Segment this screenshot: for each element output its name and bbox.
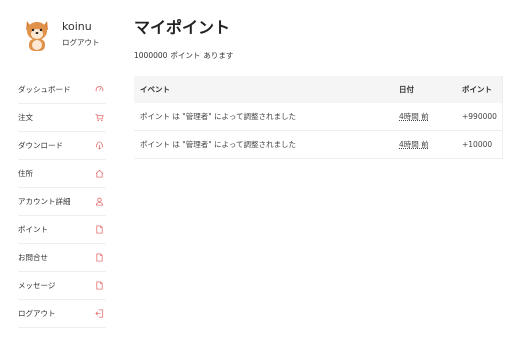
- page-title: マイポイント: [134, 18, 231, 37]
- home-icon: [95, 169, 104, 178]
- sidebar-item-downloads[interactable]: ダウンロード: [18, 132, 106, 160]
- sidebar-item-points[interactable]: ポイント: [18, 216, 106, 244]
- date-cell: 4時間 前: [393, 103, 456, 131]
- column-header-date: 日付: [393, 76, 456, 103]
- table-header-row: イベント 日付 ポイント: [134, 76, 503, 103]
- sidebar-item-addresses[interactable]: 住所: [18, 160, 106, 188]
- dashboard-icon: [95, 85, 104, 94]
- points-cell: +990000: [456, 103, 503, 131]
- document-icon: [95, 253, 104, 262]
- sidebar-item-label: アカウント詳細: [18, 197, 71, 206]
- sidebar-item-contact[interactable]: お問合せ: [18, 244, 106, 272]
- column-header-event: イベント: [134, 76, 393, 103]
- date-value: 4時間 前: [399, 140, 429, 149]
- sidebar-item-dashboard[interactable]: ダッシュボード: [18, 76, 106, 104]
- event-cell: ポイント は "管理者" によって調整されました: [134, 103, 393, 131]
- column-header-points: ポイント: [456, 76, 503, 103]
- shiba-dog-avatar-icon: [26, 21, 48, 51]
- date-value: 4時間 前: [399, 112, 429, 121]
- sidebar-item-label: 注文: [18, 113, 33, 122]
- sidebar-item-label: メッセージ: [18, 281, 56, 290]
- document-icon: [95, 281, 104, 290]
- cart-icon: [95, 113, 104, 122]
- sidebar-item-messages[interactable]: メッセージ: [18, 272, 106, 300]
- points-unit: ポイント: [170, 51, 201, 60]
- sidebar-item-account-details[interactable]: アカウント詳細: [18, 188, 106, 216]
- username: koinu: [62, 20, 92, 33]
- user-icon: [95, 197, 104, 206]
- event-cell: ポイント は "管理者" によって調整されました: [134, 130, 393, 159]
- cloud-download-icon: [95, 141, 104, 150]
- account-nav: ダッシュボード 注文 ダウンロード 住所 アカウント詳細 ポイント お問合せ メ…: [18, 76, 106, 328]
- sidebar-item-label: ダッシュボード: [18, 85, 71, 94]
- date-cell: 4時間 前: [393, 130, 456, 159]
- points-summary: 1000000 ポイント あります: [134, 50, 502, 62]
- sidebar-item-label: ポイント: [18, 225, 48, 234]
- table-row: ポイント は "管理者" によって調整されました 4時間 前 +990000: [134, 103, 503, 131]
- account-sidebar: koinu ログアウト ダッシュボード 注文 ダウンロード 住所 アカウント詳細…: [18, 14, 106, 328]
- header-logout-link[interactable]: ログアウト: [62, 37, 100, 48]
- sidebar-item-label: お問合せ: [18, 253, 48, 262]
- document-icon: [95, 225, 104, 234]
- sidebar-item-label: ログアウト: [18, 309, 56, 318]
- points-suffix: あります: [203, 51, 234, 60]
- sidebar-item-label: ダウンロード: [18, 141, 63, 150]
- points-history-table: イベント 日付 ポイント ポイント は "管理者" によって調整されました 4時…: [134, 76, 503, 159]
- table-row: ポイント は "管理者" によって調整されました 4時間 前 +10000: [134, 130, 503, 159]
- sidebar-item-orders[interactable]: 注文: [18, 104, 106, 132]
- points-content: マイポイント 1000000 ポイント あります イベント 日付 ポイント ポイント…: [134, 14, 503, 159]
- logout-icon: [95, 309, 104, 318]
- avatar: [24, 18, 50, 52]
- sidebar-item-label: 住所: [18, 169, 33, 178]
- points-cell: +10000: [456, 130, 503, 159]
- sidebar-item-logout[interactable]: ログアウト: [18, 300, 106, 328]
- points-balance: 1000000: [134, 51, 168, 60]
- user-panel: koinu ログアウト: [18, 14, 106, 74]
